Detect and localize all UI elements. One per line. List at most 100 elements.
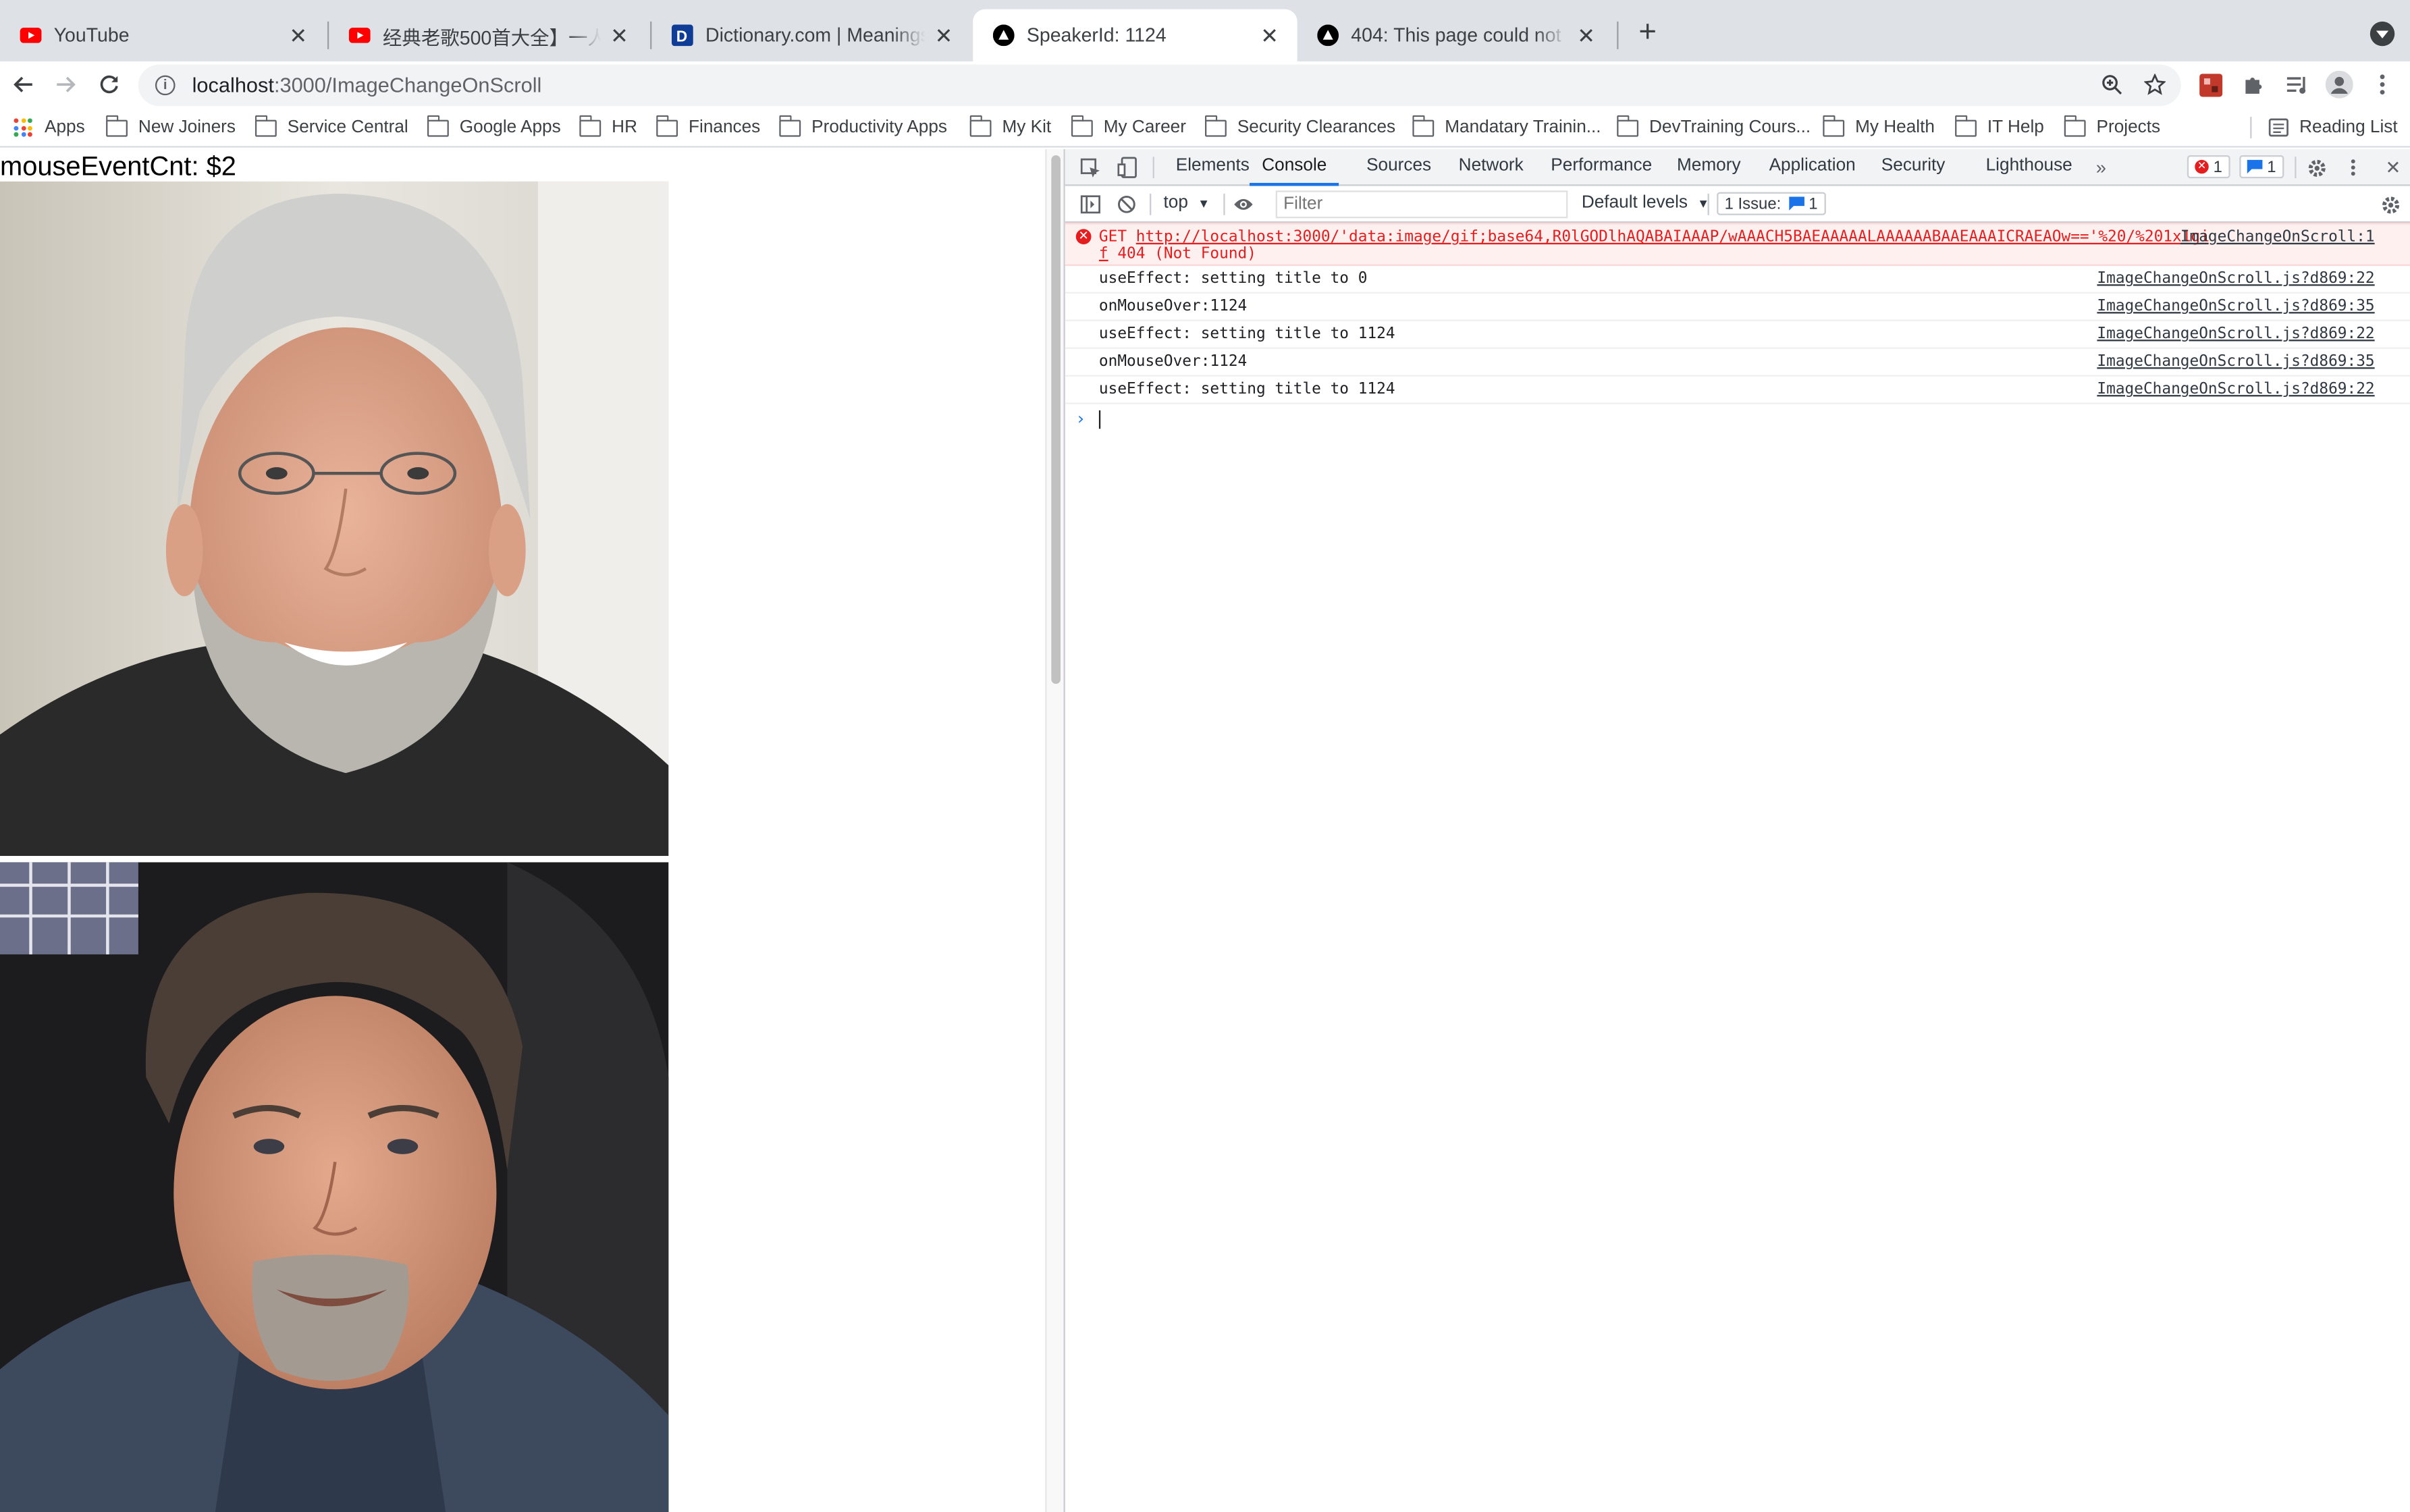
bookmark-label: Productivity Apps: [811, 118, 948, 137]
extensions-puzzle-icon[interactable]: [2238, 69, 2269, 100]
error-status: 404 (Not Found): [1108, 246, 1256, 263]
close-devtools-icon[interactable]: ✕: [2381, 155, 2405, 180]
message-source-link[interactable]: ImageChangeOnScroll.js?d869:35: [2097, 354, 2374, 371]
message-source-link[interactable]: ImageChangeOnScroll.js?d869:22: [2097, 271, 2374, 288]
scrollbar-thumb[interactable]: [1051, 155, 1061, 684]
bookmark-folder[interactable]: Service Central: [255, 113, 408, 141]
error-link-end[interactable]: f: [1099, 246, 1108, 263]
console-sidebar-icon[interactable]: [1077, 192, 1102, 217]
tab-search-icon[interactable]: [2369, 21, 2395, 47]
bookmark-folder[interactable]: Security Clearances: [1205, 113, 1395, 141]
bookmark-folder[interactable]: Mandatary Trainin...: [1412, 113, 1601, 141]
inspect-element-icon[interactable]: [1077, 155, 1102, 180]
bookmark-folder[interactable]: New Joiners: [106, 113, 236, 141]
speaker-photo[interactable]: [0, 181, 669, 857]
close-icon[interactable]: ✕: [286, 23, 310, 47]
devtools-divider: [2295, 157, 2297, 179]
bookmark-folder[interactable]: Productivity Apps: [779, 113, 947, 141]
more-tabs-icon[interactable]: »: [2089, 155, 2113, 180]
address-bar[interactable]: i localhost:3000/ImageChangeOnScroll: [138, 64, 2181, 107]
console-filter-input[interactable]: [1275, 190, 1568, 219]
live-expression-eye-icon[interactable]: [1231, 192, 1256, 217]
new-tab-button[interactable]: +: [1632, 17, 1663, 48]
bookmark-label: Projects: [2096, 118, 2161, 137]
issues-button[interactable]: 1 Issue: 1: [1717, 192, 1825, 215]
error-count-badge[interactable]: ✕ 1: [2187, 155, 2230, 179]
bookmark-folder[interactable]: DevTraining Cours...: [1617, 113, 1811, 141]
log-levels-dropdown[interactable]: Default levels ▼: [1582, 194, 1709, 212]
bookmark-folder[interactable]: My Career: [1071, 113, 1186, 141]
bookmark-folder[interactable]: HR: [579, 113, 637, 141]
bookmark-folder[interactable]: My Kit: [969, 113, 1051, 141]
console-settings-gear-icon[interactable]: [2378, 192, 2402, 217]
reading-list-button[interactable]: Reading List: [2268, 113, 2398, 141]
tab-elements[interactable]: Elements: [1176, 149, 1250, 186]
console-log-message: useEffect: setting title to 0 ImageChang…: [1065, 266, 2410, 294]
close-icon[interactable]: ✕: [932, 23, 956, 47]
bookmark-label: Apps: [45, 118, 85, 137]
folder-icon: [1617, 114, 1639, 136]
zoom-icon[interactable]: [2097, 69, 2128, 100]
message-source-link[interactable]: ImageChangeOnScroll:1: [2180, 229, 2375, 246]
tab-console[interactable]: Console: [1250, 149, 1339, 186]
tab-speakerid[interactable]: SpeakerId: 1124 ✕: [973, 9, 1297, 62]
page-scrollbar[interactable]: [1045, 148, 1064, 1512]
forward-button[interactable]: [49, 68, 83, 101]
back-button[interactable]: [6, 68, 40, 101]
tab-application[interactable]: Application: [1769, 149, 1856, 186]
context-label: top: [1163, 193, 1188, 213]
tab-youtube[interactable]: YouTube ✕: [0, 9, 326, 61]
tab-performance[interactable]: Performance: [1551, 149, 1652, 186]
tab-sources[interactable]: Sources: [1366, 149, 1431, 186]
tab-network[interactable]: Network: [1459, 149, 1524, 186]
tab-memory[interactable]: Memory: [1677, 149, 1741, 186]
bookmark-label: IT Help: [1987, 118, 2044, 137]
bookmark-folder[interactable]: Projects: [2064, 113, 2160, 141]
tab-title: Dictionary.com | Meanings and: [705, 24, 926, 47]
close-icon[interactable]: ✕: [1257, 23, 1281, 47]
device-toolbar-icon[interactable]: [1115, 155, 1139, 180]
url-path: :3000/ImageChangeOnScroll: [273, 74, 542, 97]
message-count-badge[interactable]: 1: [2239, 155, 2284, 179]
reading-list-icon: [2268, 118, 2288, 137]
tab-dictionary[interactable]: D Dictionary.com | Meanings and ✕: [651, 9, 971, 61]
tab-404[interactable]: 404: This page could not be fo ✕: [1297, 9, 1614, 61]
console-prompt[interactable]: ›: [1065, 404, 2410, 432]
prompt-chevron-icon: ›: [1077, 408, 1085, 429]
tab-security[interactable]: Security: [1881, 149, 1946, 186]
reload-icon: [100, 75, 118, 94]
message-source-link[interactable]: ImageChangeOnScroll.js?d869:22: [2097, 381, 2374, 398]
bookmark-folder[interactable]: Finances: [656, 113, 760, 141]
bookmark-folder[interactable]: IT Help: [1955, 113, 2044, 141]
tab-title: SpeakerId: 1124: [1026, 24, 1167, 47]
youtube-icon: [348, 24, 371, 46]
nextjs-icon: [992, 24, 1015, 47]
tab-songs[interactable]: 经典老歌500首大全】一人一首成名 ✕: [329, 9, 647, 61]
bookmark-star-icon[interactable]: [2139, 69, 2170, 100]
settings-gear-icon[interactable]: [2304, 155, 2328, 180]
clear-console-icon[interactable]: [1115, 192, 1139, 217]
console-log-message: onMouseOver:1124 ImageChangeOnScroll.js?…: [1065, 349, 2410, 377]
extension-red-icon[interactable]: [2195, 69, 2226, 100]
bookmark-folder[interactable]: Google Apps: [427, 113, 561, 141]
close-icon[interactable]: ✕: [607, 23, 631, 47]
reload-button[interactable]: [92, 68, 126, 101]
media-queue-icon[interactable]: [2281, 69, 2312, 100]
message-source-link[interactable]: ImageChangeOnScroll.js?d869:35: [2097, 298, 2374, 315]
bookmark-apps[interactable]: Apps: [14, 113, 85, 141]
folder-icon: [579, 114, 601, 136]
message-source-link[interactable]: ImageChangeOnScroll.js?d869:22: [2097, 326, 2374, 343]
context-selector[interactable]: top ▼: [1164, 194, 1210, 212]
site-info-icon[interactable]: i: [155, 75, 176, 96]
bookmark-folder[interactable]: My Health: [1823, 113, 1935, 141]
profile-avatar-icon[interactable]: [2324, 69, 2355, 100]
close-icon[interactable]: ✕: [1574, 23, 1598, 47]
browser-menu-icon[interactable]: [2367, 69, 2398, 100]
error-link[interactable]: http://localhost:3000/'data:image/gif;ba…: [1136, 229, 2210, 246]
console-log-message: onMouseOver:1124 ImageChangeOnScroll.js?…: [1065, 294, 2410, 321]
speaker-photo[interactable]: [0, 862, 669, 1512]
bookmark-label: DevTraining Cours...: [1649, 118, 1811, 137]
tab-lighthouse[interactable]: Lighthouse: [1986, 149, 2072, 186]
devtools-menu-icon[interactable]: [2341, 155, 2365, 180]
bookmarks-bar: Apps New Joiners Service Central Google …: [0, 107, 2410, 148]
